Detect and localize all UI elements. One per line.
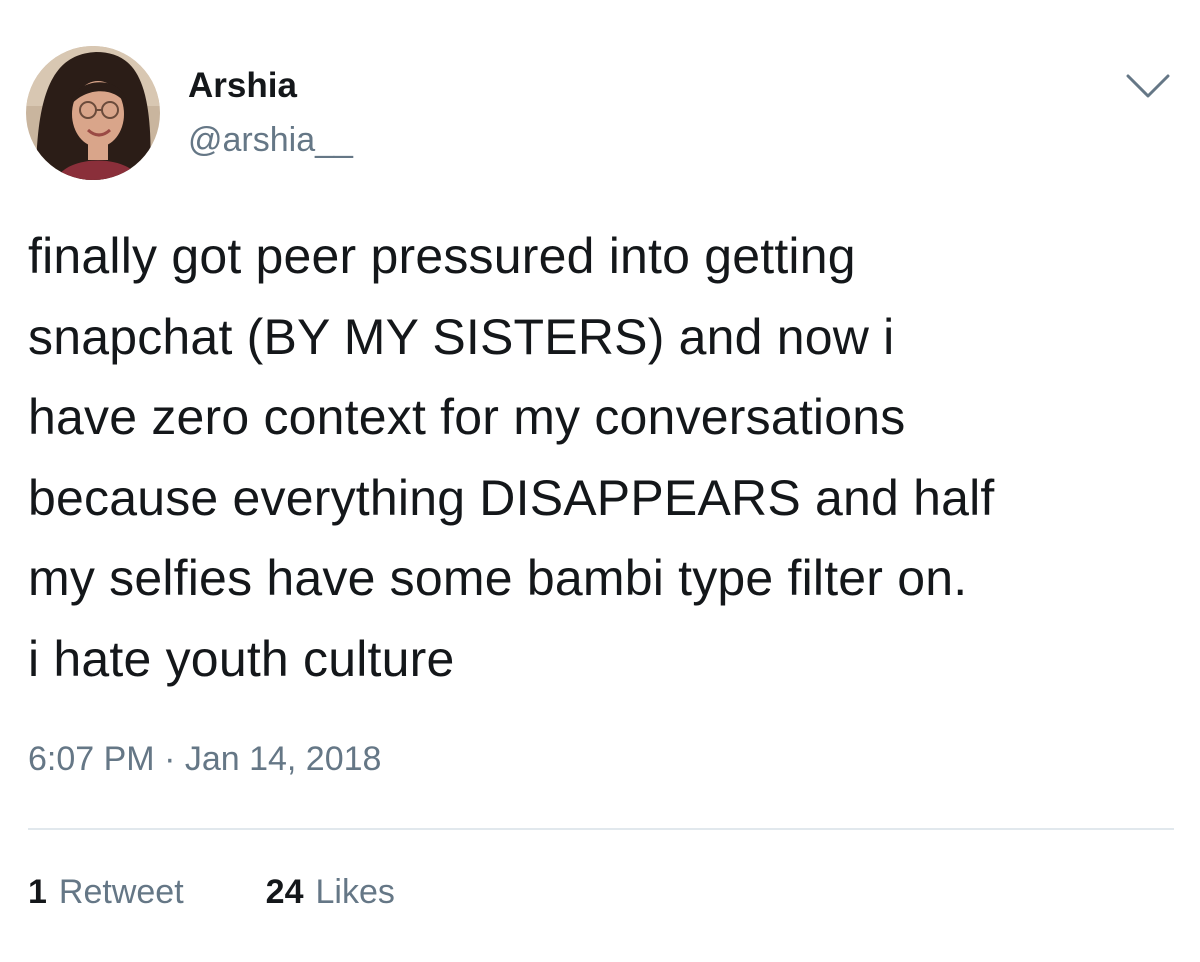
likes-label: Likes [315, 873, 395, 911]
likes-count: 24 [265, 873, 304, 911]
avatar-image [26, 46, 160, 180]
likes-stat[interactable]: 24 Likes [266, 868, 395, 916]
retweets-stat[interactable]: 1 Retweet [28, 868, 184, 916]
avatar[interactable] [26, 46, 160, 180]
tweet-text-line: snapchat (BY MY SISTERS) and now i [28, 308, 895, 365]
tweet-text-line: have zero context for my conversations [28, 389, 906, 445]
tweet-text: finally got peer pressured into getting … [28, 216, 1188, 699]
retweets-label: Retweet [58, 873, 184, 911]
engagement-stats: 1 Retweet 24 Likes [28, 868, 395, 916]
chevron-down-icon[interactable] [1124, 68, 1172, 102]
tweet-text-line: my selfies have some bambi type filter o… [28, 550, 968, 606]
retweets-count: 1 [28, 873, 47, 911]
author-block: Arshia @arshia__ [188, 66, 353, 160]
tweet-text-line: finally got peer pressured into getting [28, 228, 856, 284]
tweet-timestamp[interactable]: 6:07 PM · Jan 14, 2018 [28, 735, 381, 783]
display-name[interactable]: Arshia [188, 66, 353, 106]
tweet-text-line: i hate youth culture [28, 630, 455, 687]
tweet-text-line: because everything DISAPPEARS and half [28, 469, 995, 526]
divider [28, 828, 1174, 830]
username-handle[interactable]: @arshia__ [188, 120, 353, 160]
tweet-card: Arshia @arshia__ finally got peer pressu… [0, 0, 1200, 962]
